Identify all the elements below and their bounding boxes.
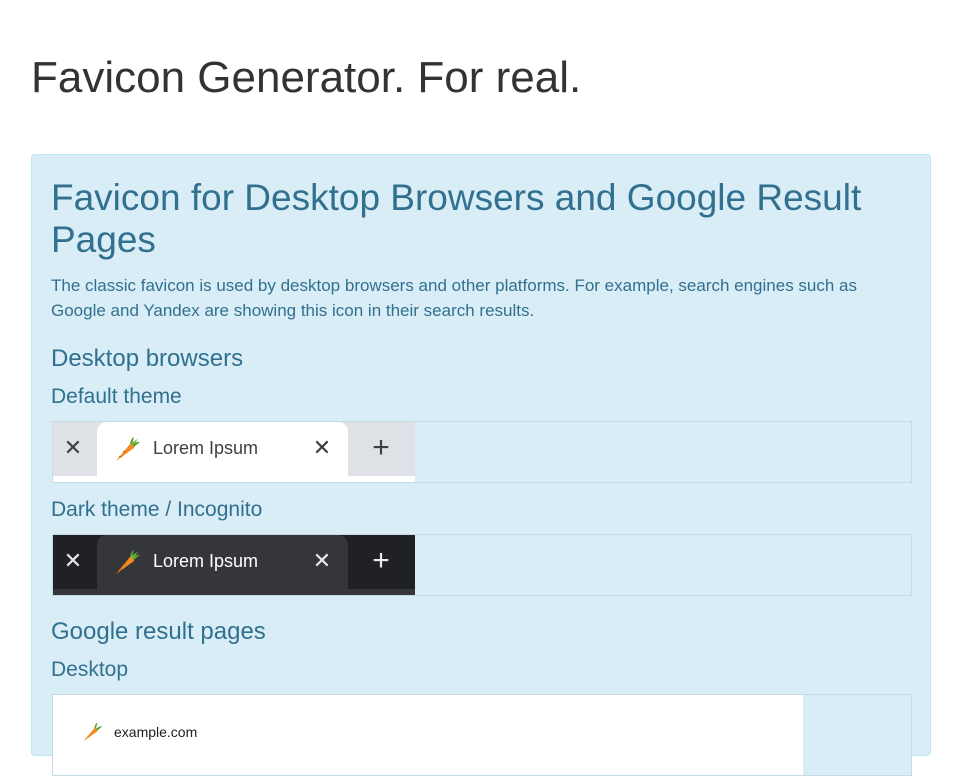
active-tab[interactable]: Lorem Ipsum ✕	[97, 535, 348, 595]
panel-title: Favicon for Desktop Browsers and Google …	[51, 177, 862, 260]
page-title: Favicon Generator. For real.	[31, 53, 582, 102]
active-tab[interactable]: Lorem Ipsum ✕	[97, 422, 348, 482]
default-theme-preview: ✕ Lorem Ipsum ✕ +	[52, 421, 912, 483]
carrot-icon	[116, 550, 140, 574]
serp-result-card: example.com	[53, 695, 803, 775]
google-results-heading: Google result pages	[51, 618, 266, 645]
google-serp-preview: example.com	[52, 694, 912, 776]
tab-label: Lorem Ipsum	[153, 438, 259, 458]
desktop-browsers-heading: Desktop browsers	[51, 345, 244, 372]
dark-theme-preview: ✕ Lorem Ipsum ✕ +	[52, 534, 912, 596]
new-tab-icon[interactable]: +	[367, 545, 395, 577]
tab-label: Lorem Ipsum	[153, 551, 259, 571]
tab-strip-light: ✕ Lorem Ipsum ✕ +	[53, 422, 415, 482]
favicon-desktop-panel: Favicon for Desktop Browsers and Google …	[31, 154, 931, 776]
panel-description: The classic favicon is used by desktop b…	[51, 276, 857, 320]
close-icon[interactable]: ✕	[61, 434, 85, 462]
google-desktop-heading: Desktop	[51, 658, 129, 681]
carrot-icon	[83, 722, 103, 742]
default-theme-heading: Default theme	[51, 385, 182, 408]
close-icon[interactable]: ✕	[61, 547, 85, 575]
tab-close-icon[interactable]: ✕	[310, 434, 334, 462]
carrot-icon	[116, 437, 140, 461]
tab-close-icon[interactable]: ✕	[310, 547, 334, 575]
tab-strip-dark: ✕ Lorem Ipsum ✕ +	[53, 535, 415, 595]
dark-theme-heading: Dark theme / Incognito	[51, 498, 263, 521]
new-tab-icon[interactable]: +	[367, 432, 395, 464]
serp-url[interactable]: example.com	[114, 724, 197, 740]
